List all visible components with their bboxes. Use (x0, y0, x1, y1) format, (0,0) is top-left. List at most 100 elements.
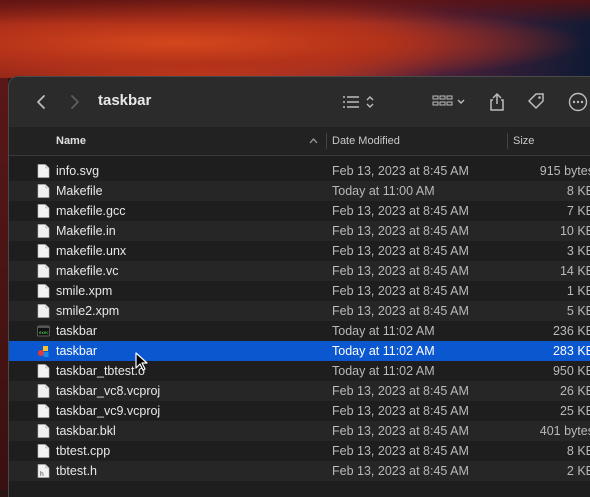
app-icon (38, 346, 49, 357)
file-row[interactable]: taskbar_vc9.vcproj Feb 13, 2023 at 8:45 A… (9, 401, 590, 421)
sort-ascending-icon (309, 138, 318, 144)
share-button[interactable] (488, 90, 506, 114)
header-file-icon: h (37, 464, 50, 478)
file-date-modified: Feb 13, 2023 at 8:45 AM (332, 444, 469, 458)
file-row[interactable]: makefile.gcc Feb 13, 2023 at 8:45 AM 7 KB (9, 201, 590, 221)
file-row[interactable]: taskbar_vc8.vcproj Feb 13, 2023 at 8:45 A… (9, 381, 590, 401)
file-name: tbtest.h (56, 464, 97, 478)
file-name: tbtest.cpp (56, 444, 111, 458)
background-window-edge (0, 78, 8, 490)
group-button[interactable] (432, 90, 468, 114)
file-date-modified: Feb 13, 2023 at 8:45 AM (332, 424, 469, 438)
file-row[interactable]: taskbar.bkl Feb 13, 2023 at 8:45 AM 401 by… (9, 421, 590, 441)
file-date-modified: Today at 11:02 AM (332, 364, 435, 378)
file-name: smile2.xpm (56, 304, 120, 318)
file-row[interactable]: h tbtest.h Feb 13, 2023 at 8:45 AM 2 KB (9, 461, 590, 481)
file-size: 8 KB (566, 444, 590, 458)
file-date-modified: Feb 13, 2023 at 8:45 AM (332, 204, 469, 218)
file-name: makefile.unx (56, 244, 127, 258)
share-icon (490, 92, 504, 111)
file-name: makefile.vc (56, 264, 119, 278)
file-row[interactable]: makefile.unx Feb 13, 2023 at 8:45 AM 3 KB (9, 241, 590, 261)
file-size: 14 KB (559, 264, 590, 278)
file-size: 10 KB (559, 224, 590, 238)
file-size: 26 KB (559, 384, 590, 398)
file-size: 25 KB (559, 404, 590, 418)
file-row[interactable]: smile.xpm Feb 13, 2023 at 8:45 AM 1 KB (9, 281, 590, 301)
document-icon (37, 424, 50, 438)
grid-view-icon (432, 95, 465, 106)
file-date-modified: Today at 11:02 AM (332, 324, 435, 338)
file-date-modified: Today at 11:02 AM (332, 344, 435, 358)
file-name: taskbar.bkl (56, 424, 116, 438)
toolbar: taskbar (9, 77, 590, 127)
svg-text:exec: exec (39, 330, 49, 335)
chevron-right-icon (71, 95, 79, 109)
file-date-modified: Feb 13, 2023 at 8:45 AM (332, 464, 469, 478)
document-icon (37, 204, 50, 218)
file-date-modified: Feb 13, 2023 at 8:45 AM (332, 404, 469, 418)
file-row[interactable]: exec taskbar Today at 11:02 AM 236 KB (9, 321, 590, 341)
file-row[interactable]: info.svg Feb 13, 2023 at 8:45 AM 915 bytes (9, 161, 590, 181)
file-size: 950 KB (552, 364, 590, 378)
file-date-modified: Feb 13, 2023 at 8:45 AM (332, 264, 469, 278)
document-icon (37, 284, 50, 298)
document-icon (37, 224, 50, 238)
document-icon (37, 264, 50, 278)
more-button[interactable] (568, 90, 588, 114)
tag-icon (527, 93, 544, 110)
file-row[interactable]: Makefile.in Feb 13, 2023 at 8:45 AM 10 KB (9, 221, 590, 241)
view-options-button[interactable] (342, 90, 378, 114)
file-date-modified: Feb 13, 2023 at 8:45 AM (332, 284, 469, 298)
document-icon (37, 164, 50, 178)
more-icon (568, 92, 588, 112)
executable-icon: exec (37, 325, 50, 337)
file-date-modified: Feb 13, 2023 at 8:45 AM (332, 224, 469, 238)
file-size: 3 KB (566, 244, 590, 258)
file-size: 2 KB (566, 464, 590, 478)
finder-window: taskbar Name Date Modified Size info.svg… (8, 76, 590, 497)
file-date-modified: Feb 13, 2023 at 8:45 AM (332, 384, 469, 398)
column-header: Name Date Modified Size (9, 127, 590, 156)
file-row[interactable]: makefile.vc Feb 13, 2023 at 8:45 AM 14 KB (9, 261, 590, 281)
column-divider[interactable] (507, 133, 508, 149)
file-size: 283 KB (552, 344, 590, 358)
name-column-header[interactable]: Name (56, 135, 86, 147)
file-row[interactable]: Makefile Today at 11:00 AM 8 KB (9, 181, 590, 201)
file-row[interactable]: taskbar Today at 11:02 AM 283 KB (9, 341, 590, 361)
column-divider[interactable] (326, 133, 327, 149)
size-column-header[interactable]: Size (513, 135, 534, 147)
forward-button[interactable] (63, 90, 87, 114)
window-title: taskbar (98, 92, 152, 109)
file-size: 7 KB (566, 204, 590, 218)
file-name: taskbar_tbtest.o (56, 364, 145, 378)
mouse-pointer-icon (135, 352, 148, 371)
file-name: smile.xpm (56, 284, 113, 298)
file-size: 236 KB (552, 324, 590, 338)
file-size: 1 KB (566, 284, 590, 298)
desktop-wallpaper (0, 0, 590, 78)
file-date-modified: Feb 13, 2023 at 8:45 AM (332, 304, 469, 318)
file-row[interactable]: tbtest.cpp Feb 13, 2023 at 8:45 AM 8 KB (9, 441, 590, 461)
file-name: taskbar_vc8.vcproj (56, 384, 161, 398)
file-row[interactable]: smile2.xpm Feb 13, 2023 at 8:45 AM 5 KB (9, 301, 590, 321)
file-name: taskbar_vc9.vcproj (56, 404, 161, 418)
document-icon (37, 384, 50, 398)
file-list: info.svg Feb 13, 2023 at 8:45 AM 915 bytes… (9, 161, 590, 481)
file-name: Makefile.in (56, 224, 116, 238)
file-row[interactable]: taskbar_tbtest.o Today at 11:02 AM 950 KB (9, 361, 590, 381)
file-name: taskbar (56, 344, 97, 358)
list-view-icon (343, 96, 374, 108)
document-icon (37, 404, 50, 418)
tags-button[interactable] (526, 90, 546, 114)
document-icon (37, 244, 50, 258)
file-date-modified: Today at 11:00 AM (332, 184, 435, 198)
file-size: 8 KB (566, 184, 590, 198)
back-button[interactable] (29, 90, 53, 114)
date-column-header[interactable]: Date Modified (332, 135, 400, 147)
file-name: makefile.gcc (56, 204, 126, 218)
document-icon (37, 364, 50, 378)
document-icon (37, 304, 50, 318)
file-name: info.svg (56, 164, 100, 178)
file-size: 401 bytes (539, 424, 590, 438)
